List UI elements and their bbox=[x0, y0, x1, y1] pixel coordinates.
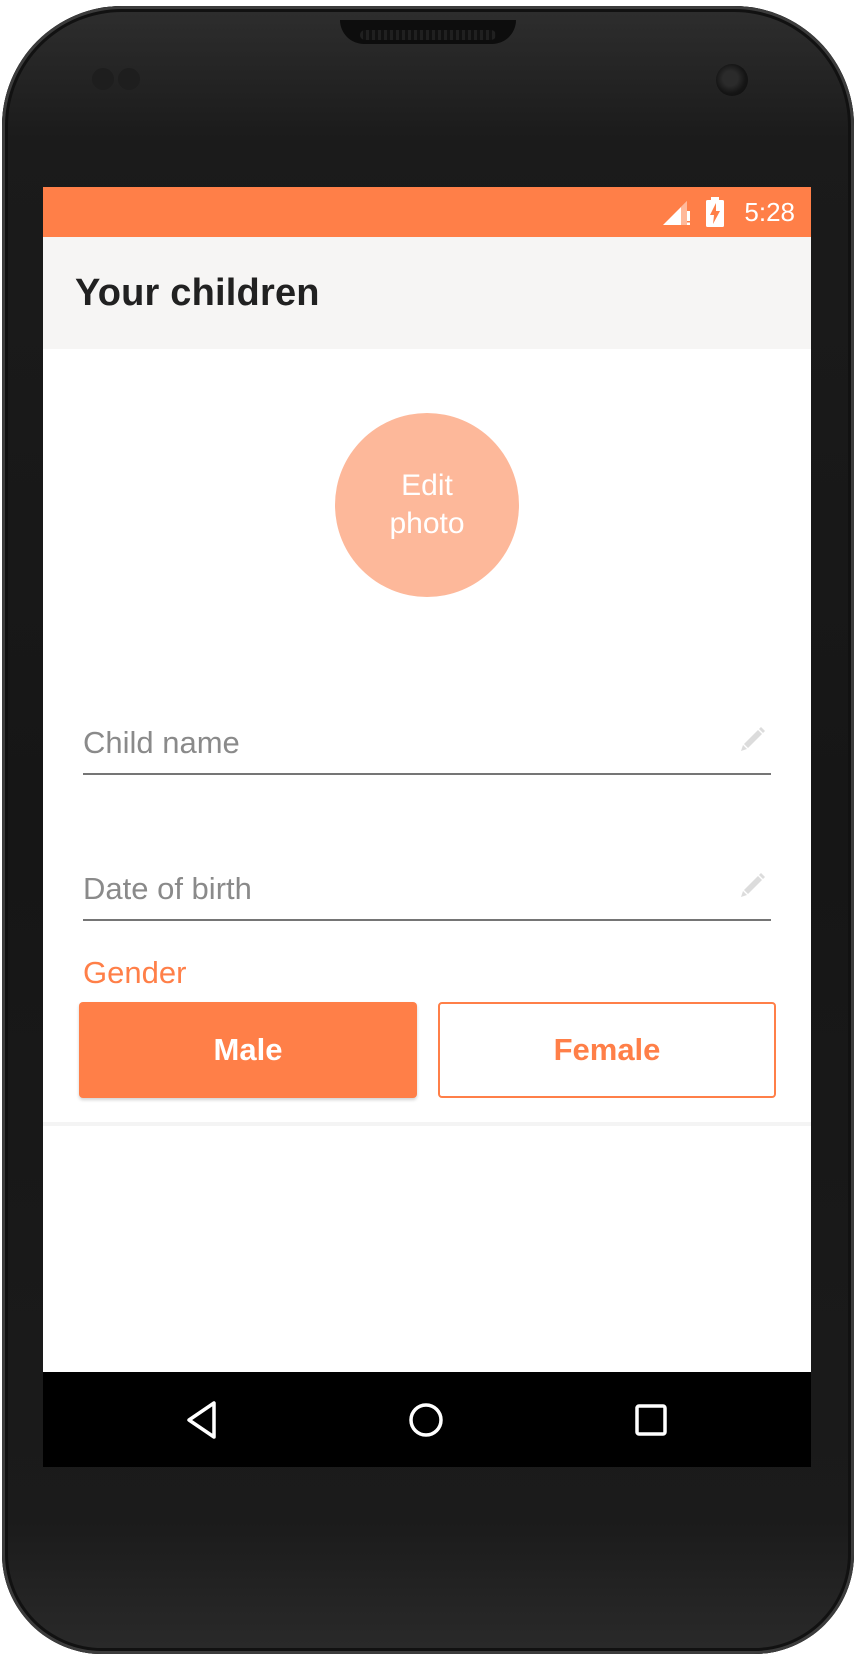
status-time: 5:28 bbox=[744, 197, 795, 227]
front-camera bbox=[716, 64, 748, 96]
screen: 5:28 Your children Edit photo Gender bbox=[43, 187, 811, 1467]
home-icon[interactable] bbox=[400, 1394, 452, 1446]
divider bbox=[43, 1122, 811, 1126]
proximity-sensor bbox=[92, 68, 114, 90]
pencil-icon bbox=[741, 727, 765, 751]
child-name-input[interactable] bbox=[83, 721, 683, 765]
back-icon[interactable] bbox=[178, 1394, 230, 1446]
speaker-grill bbox=[360, 30, 496, 40]
edit-photo-label: Edit photo bbox=[389, 469, 465, 540]
recents-icon[interactable] bbox=[625, 1394, 677, 1446]
battery-charging-icon bbox=[706, 197, 724, 227]
light-sensor bbox=[118, 68, 140, 90]
app-bar: Your children bbox=[43, 237, 811, 349]
child-name-field bbox=[83, 711, 771, 775]
date-of-birth-input[interactable] bbox=[83, 867, 683, 911]
gender-male-button[interactable]: Male bbox=[79, 1002, 417, 1098]
gender-label: Gender bbox=[83, 955, 187, 990]
signal-icon bbox=[663, 201, 690, 225]
phone-device: 5:28 Your children Edit photo Gender bbox=[0, 0, 856, 1659]
gender-female-button[interactable]: Female bbox=[438, 1002, 776, 1098]
navigation-bar bbox=[43, 1372, 811, 1467]
page-title: Your children bbox=[75, 272, 320, 314]
pencil-icon bbox=[741, 873, 765, 897]
status-bar: 5:28 bbox=[43, 187, 811, 237]
edit-photo-button[interactable]: Edit photo bbox=[335, 413, 519, 597]
date-of-birth-field bbox=[83, 857, 771, 921]
